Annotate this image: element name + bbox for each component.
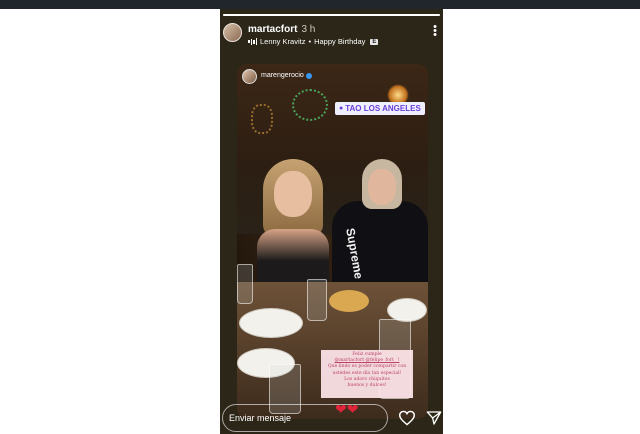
music-attribution[interactable]: Lenny Kravitz • Happy Birthday E	[248, 37, 379, 46]
avatar[interactable]	[223, 23, 242, 42]
like-heart-icon[interactable]	[398, 410, 416, 426]
music-separator: •	[308, 37, 312, 46]
send-paper-plane-icon[interactable]	[426, 410, 442, 426]
top-bar	[0, 0, 640, 9]
bread-basket	[329, 290, 369, 312]
send-message-input[interactable]: Enviar mensaje	[222, 404, 388, 432]
location-pin-icon: ●	[339, 105, 344, 112]
repost-avatar[interactable]	[242, 69, 257, 84]
explicit-badge: E	[370, 38, 379, 45]
person-left-face	[274, 171, 312, 217]
story-username[interactable]: martacfort 3 h	[248, 24, 315, 35]
string-lights-left	[251, 104, 273, 134]
music-bars-icon	[248, 38, 257, 45]
repost-username-row[interactable]: marengerocio	[261, 72, 312, 79]
card-line: buenos y dulces!	[347, 383, 387, 389]
card-line: Que lindo es poder compartir con	[327, 364, 407, 370]
card-line: ustedes este día tan especial!	[332, 370, 402, 376]
glass-center	[307, 279, 327, 321]
glass-left	[237, 264, 253, 304]
plate-left	[239, 308, 303, 338]
story-progress-bar	[223, 14, 440, 16]
reposted-story-card[interactable]: marengerocio ● TAO LOS ANGELES Supreme F…	[237, 64, 428, 419]
story-header: martacfort 3 h Lenny Kravitz • Happy Birt…	[220, 21, 443, 49]
story-viewer[interactable]: martacfort 3 h Lenny Kravitz • Happy Birt…	[220, 9, 443, 434]
birthday-message-card: Feliz cumple @martacfort @felipe_fort_ !…	[321, 350, 413, 398]
music-track: Happy Birthday	[314, 37, 366, 46]
story-progress-fill	[223, 14, 440, 16]
music-artist: Lenny Kravitz	[260, 37, 306, 46]
repost-username[interactable]: marengerocio	[261, 72, 304, 79]
story-username-label[interactable]: martacfort	[248, 24, 297, 35]
location-label: TAO LOS ANGELES	[345, 104, 421, 113]
location-sticker[interactable]: ● TAO LOS ANGELES	[335, 102, 425, 115]
send-message-placeholder: Enviar mensaje	[229, 413, 292, 423]
verified-badge-icon	[305, 72, 312, 79]
person-right-face	[368, 169, 396, 205]
more-options-icon[interactable]: • • •	[432, 22, 438, 41]
story-time: 3 h	[301, 24, 316, 35]
string-lights-wreath	[292, 89, 328, 121]
